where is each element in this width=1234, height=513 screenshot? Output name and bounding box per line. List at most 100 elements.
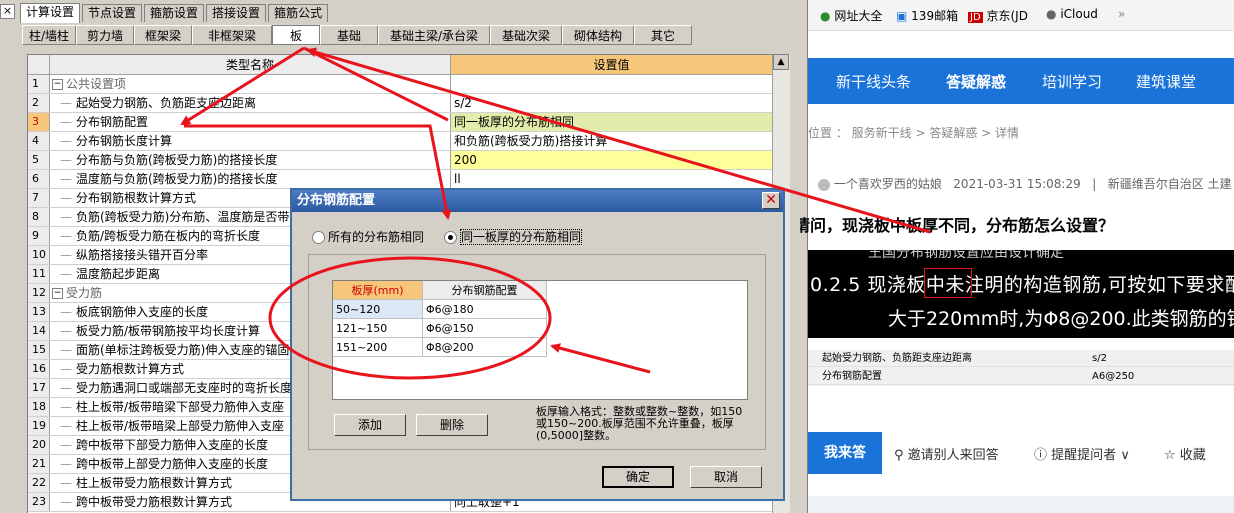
row-name: − 公共设置项 [50, 75, 451, 93]
setting-label: 跨中板带受力筋根数计算方式 [76, 495, 233, 509]
tree-branch-icon: — [60, 476, 72, 490]
setting-value[interactable]: ll [451, 170, 773, 188]
radio-all-same[interactable]: 所有的分布筋相同 [312, 228, 424, 245]
row-number: 6 [28, 170, 50, 188]
tree-branch-icon: — [60, 438, 72, 452]
post-location: 新疆维吾尔自治区 [1107, 177, 1204, 191]
rebar-config-cell[interactable]: Φ6@150 [423, 319, 547, 338]
bookmark-139-mail[interactable]: ▣ 139邮箱 [896, 7, 958, 24]
site-navbar: 新干线头条 答疑解惑 培训学习 建筑课堂 [808, 58, 1234, 104]
tab-foundation[interactable]: 基础 [320, 25, 378, 45]
rebar-config-cell[interactable]: Φ6@180 [423, 300, 547, 319]
tab-shear-wall[interactable]: 剪力墙 [76, 25, 134, 45]
remind-asker-link[interactable]: ⓘ 提醒提问者 ∨ [1034, 444, 1130, 463]
thickness-cell[interactable]: 121~150 [333, 319, 423, 338]
collapse-toggle-icon[interactable]: − [52, 79, 63, 90]
info-icon: ⓘ [1034, 448, 1048, 463]
collapse-toggle-icon[interactable]: − [52, 288, 63, 299]
setting-value[interactable]: 同一板厚的分布筋相同 [451, 113, 773, 131]
rebar-config-cell[interactable]: Φ8@200 [423, 338, 547, 357]
grid-row[interactable]: 4 — 分布钢筋长度计算 和负筋(跨板受力筋)搭接计算 [28, 132, 773, 151]
bookmark-icloud[interactable]: ● iCloud [1046, 7, 1098, 21]
grid-header-name: 类型名称 [50, 55, 451, 75]
setting-label: 纵筋搭接接头错开百分率 [76, 248, 209, 262]
post-category: 土建 [1207, 177, 1232, 191]
window-divider [800, 0, 808, 513]
cancel-button[interactable]: 取消 [690, 466, 762, 488]
setting-label: 温度筋与负筋(跨板受力筋)的搭接长度 [76, 172, 278, 186]
grid-row[interactable]: 3 — 分布钢筋配置 同一板厚的分布筋相同 [28, 113, 773, 132]
thickness-header: 板厚(mm) [333, 281, 423, 300]
tree-branch-icon: — [60, 153, 72, 167]
nav-headlines[interactable]: 新干线头条 [836, 71, 911, 92]
nav-training[interactable]: 培训学习 [1042, 71, 1102, 92]
group-label: 受力筋 [66, 286, 103, 300]
globe-icon: ● [820, 9, 831, 23]
row-number: 18 [28, 398, 50, 416]
bookmarks-bar: ● 网址大全 ▣ 139邮箱 JD 京东(JD ● iCloud » [808, 0, 1234, 31]
mail-icon: ▣ [896, 9, 908, 23]
author-name[interactable]: 一个喜欢罗西的姑娘 [834, 177, 942, 191]
tab-stirrup-formula[interactable]: 箍筋公式 [268, 4, 329, 22]
grid-row[interactable]: 5 — 分布筋与负筋(跨板受力筋)的搭接长度 200 [28, 151, 773, 170]
hint-line: (0,5000]整数。 [536, 429, 617, 442]
tab-foundation-main-beam[interactable]: 基础主梁/承台梁 [378, 25, 490, 45]
bookmark-jd[interactable]: JD 京东(JD [968, 7, 1028, 24]
row-number: 5 [28, 151, 50, 169]
radio-all-same-circle[interactable] [312, 231, 325, 244]
panel-close-icon[interactable]: × [0, 4, 15, 19]
collect-link[interactable]: ☆ 收藏 [1164, 444, 1206, 463]
tab-node-settings[interactable]: 节点设置 [82, 4, 143, 22]
setting-value[interactable]: 和负筋(跨板受力筋)搭接计算 [451, 132, 773, 150]
tab-frame-beam[interactable]: 框架梁 [134, 25, 192, 45]
invite-answer-link[interactable]: ⚲ 邀请别人来回答 [894, 444, 999, 463]
tab-stirrup-settings[interactable]: 箍筋设置 [144, 4, 205, 22]
question-title: 请问，现浇板中板厚不同，分布筋怎么设置？ [800, 216, 1115, 235]
nav-classroom[interactable]: 建筑课堂 [1136, 71, 1196, 92]
tree-branch-icon: — [60, 248, 72, 262]
row-number: 14 [28, 322, 50, 340]
thickness-cell[interactable]: 151~200 [333, 338, 423, 357]
add-button[interactable]: 添加 [334, 414, 406, 436]
grid-row[interactable]: 6 — 温度筋与负筋(跨板受力筋)的搭接长度 ll [28, 170, 773, 189]
ok-button[interactable]: 确定 [602, 466, 674, 488]
row-name: — 起始受力钢筋、负筋距支座边距离 [50, 94, 451, 112]
nav-qa[interactable]: 答疑解惑 [946, 71, 1006, 92]
tab-slab[interactable]: 板 [272, 25, 320, 45]
delete-button[interactable]: 删除 [416, 414, 488, 436]
setting-value[interactable] [451, 75, 773, 93]
tab-non-frame-beam[interactable]: 非框架梁 [192, 25, 272, 45]
tab-column[interactable]: 柱/墙柱 [22, 25, 76, 45]
setting-value[interactable]: s/2 [451, 94, 773, 112]
jd-logo-icon: JD [968, 12, 983, 23]
browser-window: ● 网址大全 ▣ 139邮箱 JD 京东(JD ● iCloud » 新干线头条… [800, 0, 1234, 513]
row-number: 3 [28, 113, 50, 131]
bookmark-url-directory[interactable]: ● 网址大全 [820, 7, 882, 24]
setting-label: 分布钢筋长度计算 [76, 134, 173, 148]
grid-row[interactable]: 1− 公共设置项 [28, 75, 773, 94]
tree-branch-icon: — [60, 191, 72, 205]
setting-value[interactable]: 200 [451, 151, 773, 169]
thickness-cell[interactable]: 50~120 [333, 300, 423, 319]
tree-branch-icon: — [60, 400, 72, 414]
tab-other[interactable]: 其它 [634, 25, 692, 45]
bookmarks-more-icon[interactable]: » [1118, 7, 1125, 21]
row-number: 11 [28, 265, 50, 283]
tab-lap-settings[interactable]: 搭接设置 [206, 4, 267, 22]
row-number: 15 [28, 341, 50, 359]
meta-separator: | [1092, 177, 1097, 191]
tree-branch-icon: — [60, 324, 72, 338]
tab-calc-settings[interactable]: 计算设置 [20, 3, 81, 23]
radio-same-thickness-circle[interactable] [444, 231, 457, 244]
tab-foundation-secondary-beam[interactable]: 基础次梁 [490, 25, 562, 45]
tab-masonry[interactable]: 砌体结构 [562, 25, 634, 45]
dialog-close-icon[interactable]: ✕ [762, 192, 780, 209]
radio-same-thickness[interactable]: 同一板厚的分布筋相同 [444, 228, 583, 245]
setting-label: 负筋/跨板受力筋在板内的弯折长度 [76, 229, 261, 243]
answer-button[interactable]: 我来答 [808, 432, 882, 474]
grid-row[interactable]: 2 — 起始受力钢筋、负筋距支座边距离 s/2 [28, 94, 773, 113]
scroll-up-arrow-icon[interactable]: ▲ [773, 54, 789, 70]
tree-branch-icon: — [60, 96, 72, 110]
chevron-down-icon: ∨ [1120, 448, 1130, 463]
breadcrumb: 位置 ： 服务新干线 > 答疑解惑 > 详情 [808, 126, 1019, 140]
